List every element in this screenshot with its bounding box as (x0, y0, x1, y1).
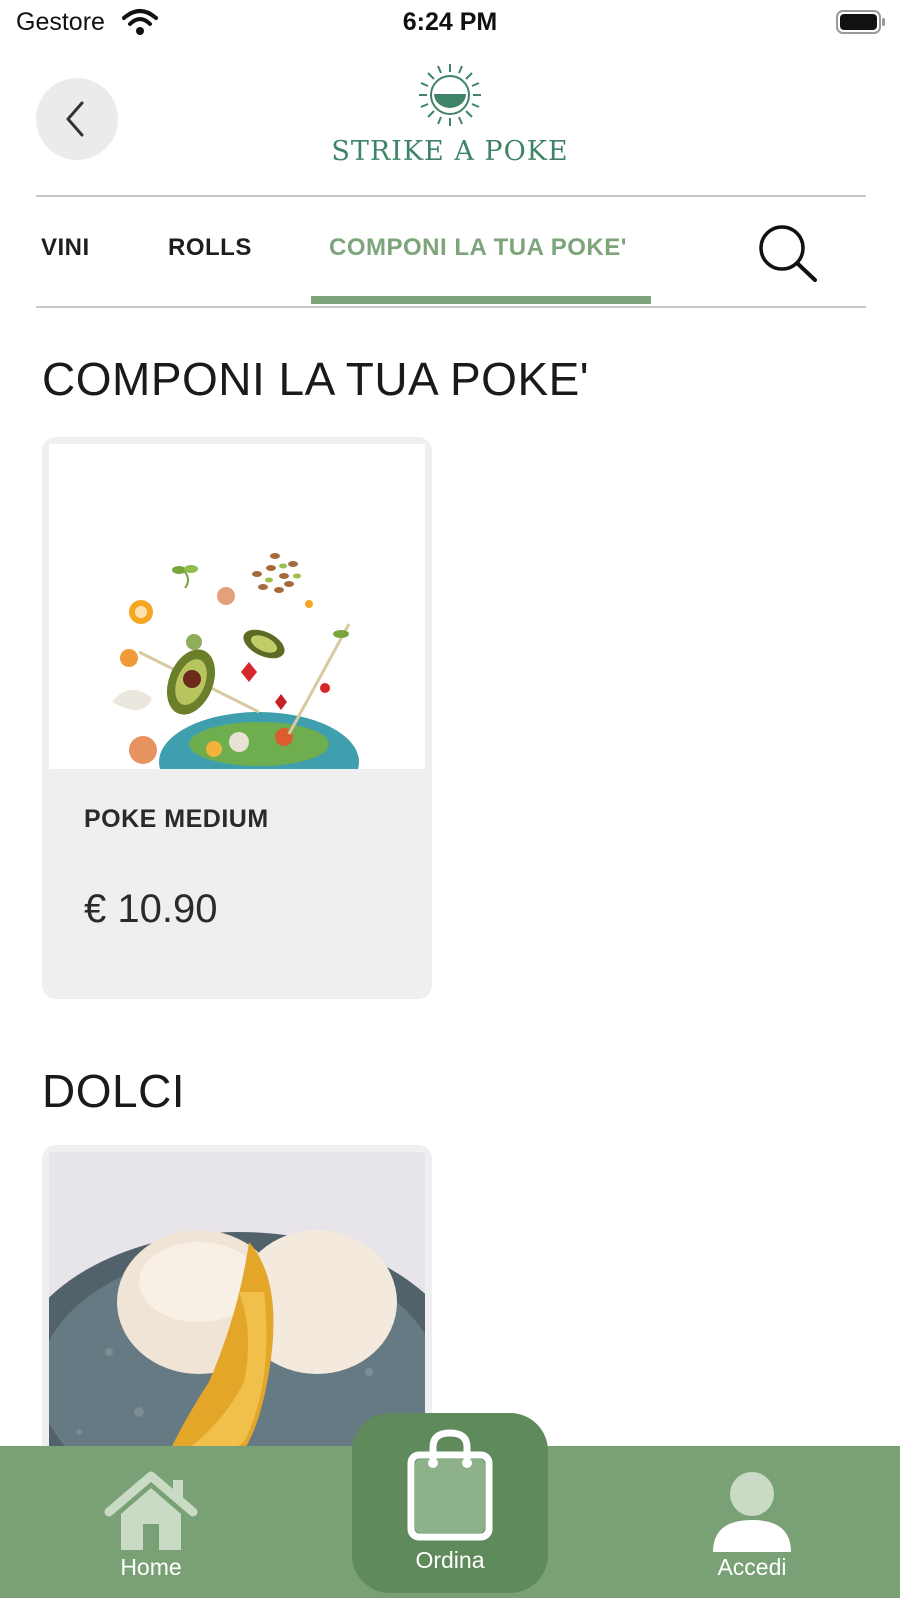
clock-label: 6:24 PM (402, 8, 498, 36)
nav-accedi-label: Accedi (717, 1554, 787, 1580)
status-bar: Gestore 6:24 PM (0, 0, 900, 48)
tab-componi-la-tua-poke[interactable]: COMPONI LA TUA POKE' (329, 234, 627, 262)
search-icon (759, 225, 817, 282)
product-price: € 10.90 (84, 887, 218, 931)
brand-name: STRIKE A POKE (331, 136, 569, 167)
nav-home[interactable]: Home (96, 1446, 206, 1581)
poke-bowl-logo-icon (419, 64, 481, 126)
nav-home-label: Home (120, 1554, 182, 1580)
tab-rolls[interactable]: ROLLS (168, 234, 252, 262)
nav-accedi[interactable]: Accedi (682, 1446, 822, 1581)
chevron-left-icon (66, 101, 84, 137)
tabs-divider (36, 306, 866, 308)
nav-ordina[interactable]: Ordina (352, 1413, 548, 1593)
product-name: POKE MEDIUM (84, 805, 269, 833)
active-tab-indicator (311, 296, 651, 304)
category-tabs: VINI ROLLS COMPONI LA TUA POKE' (0, 196, 900, 306)
section-title-componi: COMPONI LA TUA POKE' (42, 353, 590, 405)
tab-vini[interactable]: VINI (41, 234, 90, 262)
search-button[interactable] (752, 220, 822, 284)
section-title-dolci: DOLCI (42, 1065, 186, 1117)
user-icon (713, 1472, 791, 1552)
back-button[interactable] (36, 78, 118, 160)
nav-ordina-label: Ordina (415, 1547, 485, 1573)
home-icon (104, 1471, 198, 1550)
shopping-bag-icon (407, 1429, 493, 1541)
poke-ingredients-illustration (112, 553, 359, 769)
brand-logo: STRIKE A POKE (300, 62, 600, 182)
product-card-poke-medium[interactable]: POKE MEDIUM € 10.90 (42, 437, 432, 999)
product-image-poke-medium (49, 444, 425, 769)
battery-icon (836, 10, 885, 34)
